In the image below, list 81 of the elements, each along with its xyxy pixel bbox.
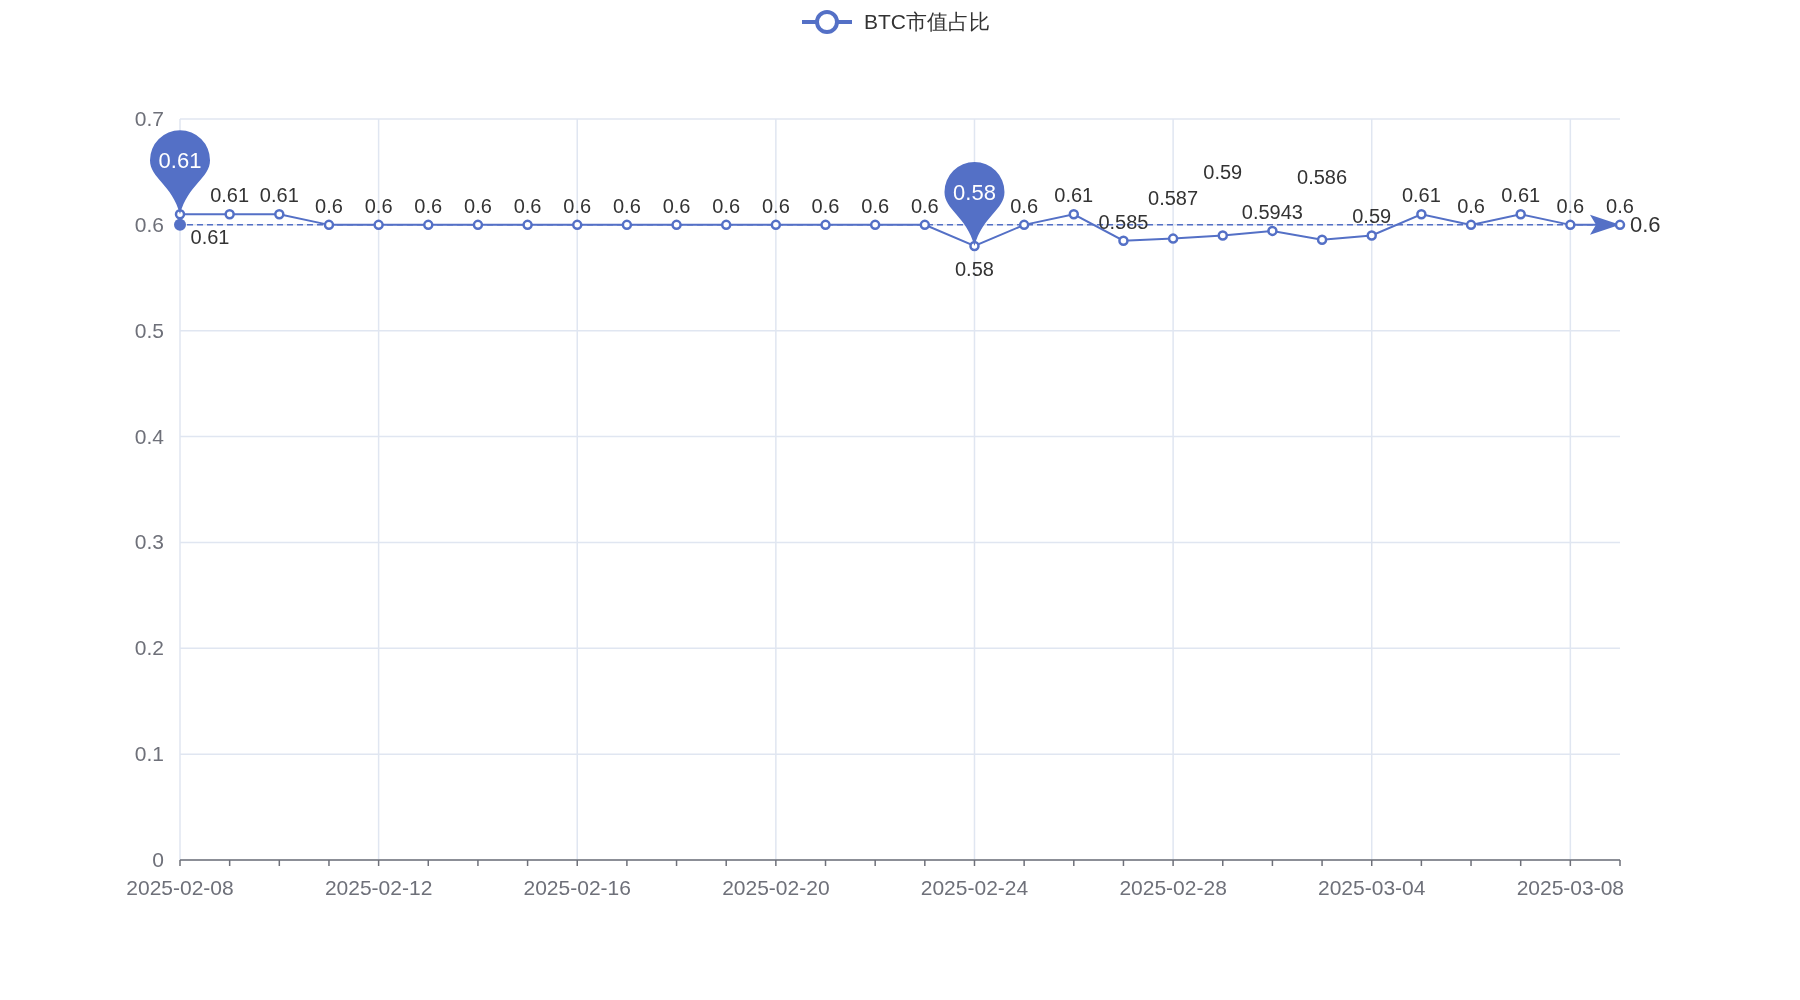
data-point[interactable] <box>1068 209 1080 220</box>
data-label: 0.59 <box>1352 205 1392 228</box>
data-label: 0.6 <box>1556 194 1585 217</box>
data-point[interactable] <box>1565 219 1576 231</box>
x-axis-label: 2025-03-04 <box>1318 876 1426 899</box>
data-label: 0.61 <box>190 226 230 249</box>
data-label: 0.5943 <box>1241 200 1303 223</box>
data-point[interactable] <box>1217 230 1228 241</box>
data-label: 0.6 <box>1457 194 1485 217</box>
data-point[interactable] <box>522 219 533 231</box>
data-point[interactable] <box>671 219 682 231</box>
data-label: 0.6 <box>861 194 890 217</box>
data-point[interactable] <box>224 209 235 220</box>
data-label: 0.6 <box>613 194 641 217</box>
data-point[interactable] <box>1366 230 1377 241</box>
data-point[interactable] <box>1018 219 1030 231</box>
x-axis-label: 2025-02-24 <box>920 876 1029 899</box>
data-point[interactable] <box>1416 209 1427 220</box>
data-label: 0.6 <box>513 194 542 217</box>
y-axis-label: 0.4 <box>134 424 164 448</box>
y-axis-label: 0.3 <box>134 530 164 554</box>
data-label: 0.61 <box>259 184 299 207</box>
data-label: 0.61 <box>210 184 250 207</box>
data-point[interactable] <box>770 219 782 231</box>
data-label: 0.61 <box>1501 184 1541 207</box>
data-label: 0.58 <box>955 258 994 281</box>
data-point[interactable] <box>572 219 583 231</box>
line-start-dot <box>174 218 186 231</box>
data-label: 0.6 <box>1010 194 1039 217</box>
x-axis-label: 2025-02-12 <box>324 876 433 899</box>
data-label: 0.61 <box>1401 184 1441 207</box>
data-point[interactable] <box>1167 233 1179 244</box>
y-axis-label: 0.1 <box>134 742 164 766</box>
data-label: 0.587 <box>1148 186 1199 209</box>
y-axis-label: 0.2 <box>134 636 164 660</box>
data-label: 0.6 <box>563 194 592 217</box>
data-label: 0.6 <box>811 194 840 217</box>
data-point[interactable] <box>274 209 285 220</box>
data-point[interactable] <box>869 219 881 231</box>
pin-label: 0.58 <box>953 180 996 206</box>
pin-label: 0.61 <box>158 148 202 174</box>
y-axis-label: 0.6 <box>134 212 164 236</box>
data-point[interactable] <box>1465 219 1477 231</box>
data-point[interactable] <box>621 219 633 231</box>
data-point[interactable] <box>323 219 335 231</box>
data-label: 0.6 <box>315 194 343 217</box>
data-label: 0.6 <box>414 194 443 217</box>
x-axis-label: 2025-02-28 <box>1119 876 1227 899</box>
data-label: 0.6 <box>1606 194 1634 217</box>
data-label: 0.6 <box>662 194 691 217</box>
data-point[interactable] <box>720 219 732 231</box>
y-axis-label: 0.7 <box>134 107 164 130</box>
data-point[interactable] <box>1515 209 1526 220</box>
y-axis-label: 0 <box>152 848 164 871</box>
x-axis-label: 2025-02-20 <box>722 876 830 899</box>
legend-label: BTC市值占比 <box>864 10 990 33</box>
data-point[interactable] <box>1118 235 1129 246</box>
data-point[interactable] <box>1614 219 1626 231</box>
data-label: 0.6 <box>464 194 492 217</box>
data-label: 0.6 <box>910 194 939 217</box>
data-point[interactable] <box>373 219 384 231</box>
data-label: 0.61 <box>1054 184 1094 207</box>
data-label: 0.6 <box>364 194 393 217</box>
data-label: 0.6 <box>712 194 741 217</box>
x-axis-label: 2025-02-16 <box>523 876 631 899</box>
data-point[interactable] <box>969 240 980 252</box>
data-label: 0.585 <box>1098 210 1149 233</box>
data-point[interactable] <box>820 219 831 231</box>
y-axis-label: 0.5 <box>134 318 164 342</box>
legend-item[interactable]: BTC市值占比 <box>802 10 990 34</box>
data-point[interactable] <box>423 219 434 231</box>
x-axis-label: 2025-03-08 <box>1516 876 1625 899</box>
data-label: 0.586 <box>1297 165 1348 188</box>
data-point[interactable] <box>1316 234 1328 245</box>
data-label: 0.6 <box>761 194 790 217</box>
data-label: 0.59 <box>1203 161 1243 184</box>
data-point[interactable] <box>919 219 931 231</box>
x-axis-label: 2025-02-08 <box>126 876 234 899</box>
data-point[interactable] <box>472 219 484 231</box>
data-point[interactable] <box>174 209 186 220</box>
data-point[interactable] <box>1267 225 1278 237</box>
